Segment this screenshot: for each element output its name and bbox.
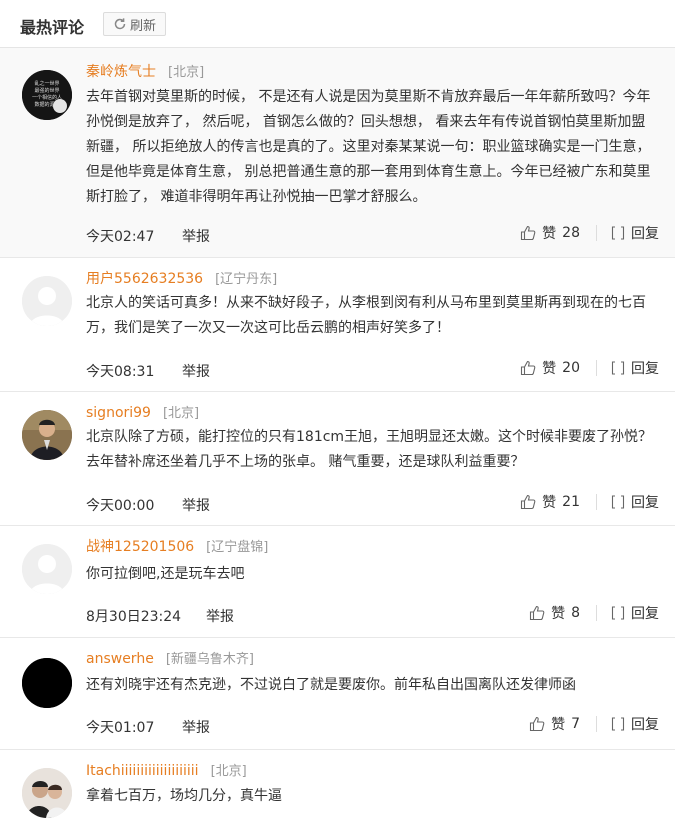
reply-label: 回复: [631, 361, 659, 377]
comment-item: answerhe [新疆乌鲁木齐] 还有刘晓宇还有杰克逊，不过说白了就是要废你。前…: [0, 638, 675, 750]
reply-button[interactable]: 回复: [611, 714, 659, 734]
thumbs-up-icon: [529, 605, 545, 621]
reply-button[interactable]: 回复: [611, 492, 659, 512]
reply-button[interactable]: 回复: [611, 223, 659, 243]
comment-text: 你可拉倒吧,还是玩车去吧: [86, 566, 245, 582]
avatar[interactable]: [22, 544, 72, 594]
like-label: 赞: [542, 226, 557, 242]
comment-location: [北京]: [210, 764, 247, 779]
thumbs-up-icon: [529, 716, 545, 732]
reply-icon: [611, 605, 625, 621]
like-count: 8: [571, 605, 580, 621]
comment-item: Itachiiiiiiiiiiiiiiiiiiii [北京] 拿着七百万，场均几分…: [0, 750, 675, 818]
avatar[interactable]: 乱之一世界 最强的世界 一个相信的人 数据的源语: [22, 70, 72, 120]
comment-item: 战神125201506 [辽宁盘锦] 你可拉倒吧,还是玩车去吧 8月30日23:2…: [0, 526, 675, 638]
like-count: 20: [562, 360, 580, 376]
refresh-button[interactable]: 刷新: [103, 12, 166, 36]
reply-icon: [611, 716, 625, 732]
page-title: 最热评论: [20, 18, 85, 37]
avatar[interactable]: [22, 410, 72, 460]
like-count: 28: [562, 225, 580, 241]
like-button[interactable]: 赞 21: [520, 492, 580, 512]
reply-label: 回复: [631, 495, 659, 511]
refresh-icon: [113, 17, 127, 31]
comments-header: 最热评论 刷新: [0, 0, 675, 48]
report-button[interactable]: 举报: [182, 226, 210, 246]
comment-location: [新疆乌鲁木齐]: [165, 652, 254, 667]
comment-actions: 赞 7 回复: [529, 714, 659, 734]
report-button[interactable]: 举报: [182, 361, 210, 381]
like-button[interactable]: 赞 28: [520, 223, 580, 243]
avatar-text: 乱之一世界: [34, 80, 59, 87]
comment-username[interactable]: 秦岭炼气士 [北京]: [86, 61, 204, 81]
reply-label: 回复: [631, 606, 659, 622]
divider: [596, 494, 597, 510]
divider: [596, 605, 597, 621]
thumbs-up-icon: [520, 360, 536, 376]
comment-location: [辽宁丹东]: [215, 272, 278, 287]
avatar[interactable]: [22, 276, 72, 326]
comment-actions: 赞 28 回复: [520, 223, 659, 243]
comment-location: [北京]: [168, 65, 205, 80]
divider: [596, 360, 597, 376]
report-button[interactable]: 举报: [206, 606, 234, 626]
comment-time: 今天02:47: [86, 229, 155, 245]
like-count: 7: [571, 716, 580, 732]
avatar[interactable]: [22, 768, 72, 818]
reply-button[interactable]: 回复: [611, 358, 659, 378]
reply-label: 回复: [631, 226, 659, 242]
comment-time: 今天08:31: [86, 364, 155, 380]
comment-location: [北京]: [162, 406, 200, 421]
reply-label: 回复: [631, 717, 659, 733]
comment-text: 拿着七百万，场均几分，真牛逼: [86, 788, 282, 804]
report-button[interactable]: 举报: [182, 495, 210, 515]
comment-location: [辽宁盘锦]: [206, 540, 269, 555]
refresh-label: 刷新: [129, 18, 156, 34]
like-label: 赞: [551, 606, 566, 622]
reply-button[interactable]: 回复: [611, 603, 659, 623]
reply-icon: [611, 225, 625, 241]
like-button[interactable]: 赞 20: [520, 358, 580, 378]
comment-text: 北京队除了方硕，能打控位的只有181cm王旭，王旭明显还太嫩。这个时候非要废了孙…: [86, 429, 653, 470]
avatar[interactable]: [22, 658, 72, 708]
avatar-text: 最强的世界: [34, 87, 59, 94]
comment-item: signori99 [北京] 北京队除了方硕，能打控位的只有181cm王旭，王旭明…: [0, 392, 675, 526]
thumbs-up-icon: [520, 494, 536, 510]
like-label: 赞: [542, 495, 557, 511]
comment-time: 今天00:00: [86, 498, 155, 514]
comment-username[interactable]: Itachiiiiiiiiiiiiiiiiiiii [北京]: [86, 760, 247, 779]
comment-actions: 赞 20 回复: [520, 358, 659, 378]
like-label: 赞: [542, 361, 557, 377]
like-label: 赞: [551, 717, 566, 733]
comment-username[interactable]: 用户5562632536 [辽宁丹东]: [86, 268, 277, 288]
comment-text: 还有刘晓宇还有杰克逊，不过说白了就是要废你。前年私自出国离队还发律师函: [86, 677, 576, 693]
comment-username[interactable]: answerhe [新疆乌鲁木齐]: [86, 648, 254, 667]
like-button[interactable]: 赞 7: [529, 714, 580, 734]
comment-username[interactable]: 战神125201506 [辽宁盘锦]: [86, 536, 268, 556]
reply-icon: [611, 360, 625, 376]
comment-item: 用户5562632536 [辽宁丹东] 北京人的笑话可真多！从来不缺好段子，从李根…: [0, 258, 675, 392]
comment-time: 8月30日23:24: [86, 609, 182, 625]
comment-item: 乱之一世界 最强的世界 一个相信的人 数据的源语 秦岭炼气士 [北京] 去年首钢对…: [0, 48, 675, 258]
thumbs-up-icon: [520, 225, 536, 241]
divider: [596, 716, 597, 732]
like-count: 21: [562, 494, 580, 510]
comment-text: 北京人的笑话可真多！从来不缺好段子，从李根到闵有利从马布里到莫里斯再到现在的七百…: [86, 295, 646, 336]
like-button[interactable]: 赞 8: [529, 603, 580, 623]
reply-icon: [611, 494, 625, 510]
divider: [596, 225, 597, 241]
comment-actions: 赞 8 回复: [529, 603, 659, 623]
comment-time: 今天01:07: [86, 720, 155, 736]
report-button[interactable]: 举报: [182, 717, 210, 737]
comment-actions: 赞 21 回复: [520, 492, 659, 512]
comment-text: 去年首钢对莫里斯的时候， 不是还有人说是因为莫里斯不肯放弃最后一年年薪所致吗？今…: [86, 89, 651, 205]
comment-username[interactable]: signori99 [北京]: [86, 402, 199, 421]
